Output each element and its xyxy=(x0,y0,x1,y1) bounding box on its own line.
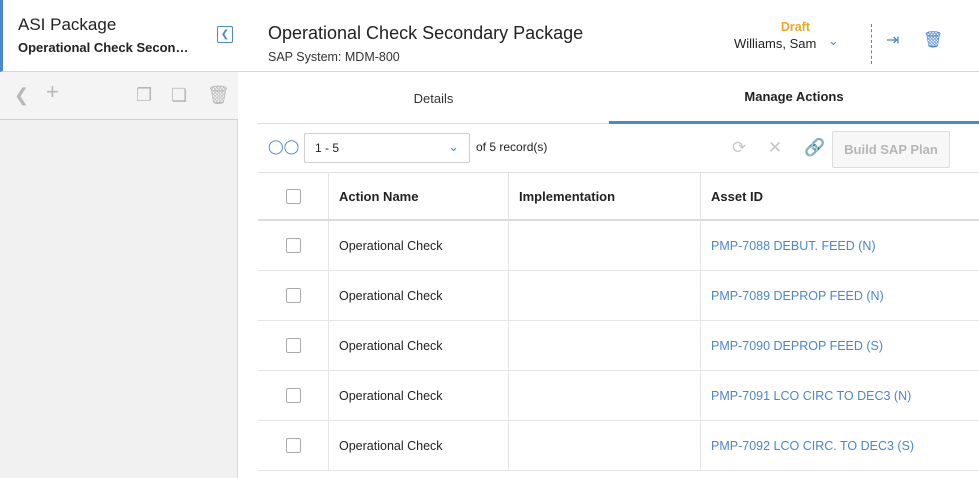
grid-toolbar: ◯◯ 1 - 5 ⌄ of 5 record(s) ⟳ ✕ 🔗 Build SA… xyxy=(258,124,979,172)
build-sap-plan-button[interactable]: Build SAP Plan xyxy=(832,131,950,168)
trash-icon[interactable]: 🗑 xyxy=(923,30,943,50)
table-row[interactable]: Operational Check PMP-7092 LCO CIRC. TO … xyxy=(258,421,979,471)
table-row[interactable]: Operational Check PMP-7089 DEPROP FEED (… xyxy=(258,271,979,321)
row-select-cell xyxy=(258,371,329,420)
table-header-row: Action Name Implementation Asset ID xyxy=(258,172,979,221)
copy-icon[interactable]: ❐ xyxy=(136,86,152,104)
link-icon[interactable]: 🔗 xyxy=(804,138,825,158)
row-select-cell xyxy=(258,221,329,270)
asset-id-link[interactable]: PMP-7088 DEBUT. FEED (N) xyxy=(701,221,979,270)
select-all-checkbox[interactable] xyxy=(285,188,301,204)
add-icon[interactable]: + xyxy=(46,81,59,103)
user-name[interactable]: Williams, Sam xyxy=(734,36,816,51)
asset-id-link[interactable]: PMP-7090 DEPROP FEED (S) xyxy=(701,321,979,370)
refresh-icon[interactable]: ⟳ xyxy=(732,138,746,158)
remove-icon[interactable]: ✕ xyxy=(768,138,782,158)
asset-id-link[interactable]: PMP-7092 LCO CIRC. TO DEC3 (S) xyxy=(701,421,979,470)
implementation-cell xyxy=(509,321,701,370)
row-select-cell xyxy=(258,271,329,320)
paste-icon[interactable]: ❏ xyxy=(171,86,187,104)
chevron-left-icon[interactable]: ❮ xyxy=(217,26,233,43)
actions-table: Action Name Implementation Asset ID Oper… xyxy=(258,172,979,471)
tab-details[interactable]: Details xyxy=(258,72,609,124)
select-all-cell xyxy=(258,173,329,219)
row-checkbox[interactable] xyxy=(285,438,301,453)
implementation-cell xyxy=(509,271,701,320)
column-header-asset-id[interactable]: Asset ID xyxy=(701,173,979,219)
action-name-cell: Operational Check xyxy=(329,371,509,420)
action-name-cell: Operational Check xyxy=(329,421,509,470)
records-count: of 5 record(s) xyxy=(476,140,547,154)
left-panel-title: ASI Package xyxy=(18,15,117,34)
asset-id-link[interactable]: PMP-7091 LCO CIRC TO DEC3 (N) xyxy=(701,371,979,420)
implementation-cell xyxy=(509,221,701,270)
export-icon[interactable]: ⇥ xyxy=(886,30,899,50)
delete-icon[interactable]: 🗑 xyxy=(207,86,230,104)
implementation-cell xyxy=(509,421,701,470)
records-count-value: 5 xyxy=(489,140,497,154)
left-panel: ASI Package Operational Check Secondary … xyxy=(0,0,238,478)
page-header: Operational Check Secondary Package SAP … xyxy=(238,0,979,72)
back-icon[interactable]: ❮ xyxy=(14,86,29,104)
action-name-cell: Operational Check xyxy=(329,271,509,320)
binoculars-icon[interactable]: ◯◯ xyxy=(268,138,299,155)
row-checkbox[interactable] xyxy=(285,288,301,303)
pager-select[interactable]: 1 - 5 ⌄ xyxy=(304,133,470,163)
row-checkbox[interactable] xyxy=(285,388,301,403)
status-badge: Draft xyxy=(780,20,810,34)
header-divider xyxy=(871,24,872,64)
action-name-cell: Operational Check xyxy=(329,221,509,270)
chevron-down-icon[interactable]: ⌄ xyxy=(828,33,839,49)
left-toolbar: ❮ + ❐ ❏ 🗑 xyxy=(0,72,238,120)
column-header-action-name[interactable]: Action Name xyxy=(329,173,509,219)
row-select-cell xyxy=(258,421,329,470)
table-row[interactable]: Operational Check PMP-7088 DEBUT. FEED (… xyxy=(258,221,979,271)
left-panel-header: ASI Package Operational Check Secondary … xyxy=(0,0,238,72)
row-checkbox[interactable] xyxy=(285,338,301,353)
sap-system-label: SAP System: MDM-800 xyxy=(268,50,400,64)
row-select-cell xyxy=(258,321,329,370)
left-panel-subtitle[interactable]: Operational Check Secondary Package xyxy=(18,40,193,55)
tab-manage-actions[interactable]: Manage Actions xyxy=(609,72,979,124)
implementation-cell xyxy=(509,371,701,420)
page-title: Operational Check Secondary Package xyxy=(268,23,584,43)
pager-value: 1 - 5 xyxy=(315,141,340,155)
records-suffix-label: record(s) xyxy=(499,140,548,154)
chevron-down-icon: ⌄ xyxy=(448,139,459,154)
tab-bar: Details Manage Actions xyxy=(258,72,979,124)
asset-id-link[interactable]: PMP-7089 DEPROP FEED (N) xyxy=(701,271,979,320)
records-of-label: of xyxy=(476,140,487,154)
action-name-cell: Operational Check xyxy=(329,321,509,370)
column-header-implementation[interactable]: Implementation xyxy=(509,173,701,219)
row-checkbox[interactable] xyxy=(285,238,301,253)
table-row[interactable]: Operational Check PMP-7091 LCO CIRC TO D… xyxy=(258,371,979,421)
table-row[interactable]: Operational Check PMP-7090 DEPROP FEED (… xyxy=(258,321,979,371)
